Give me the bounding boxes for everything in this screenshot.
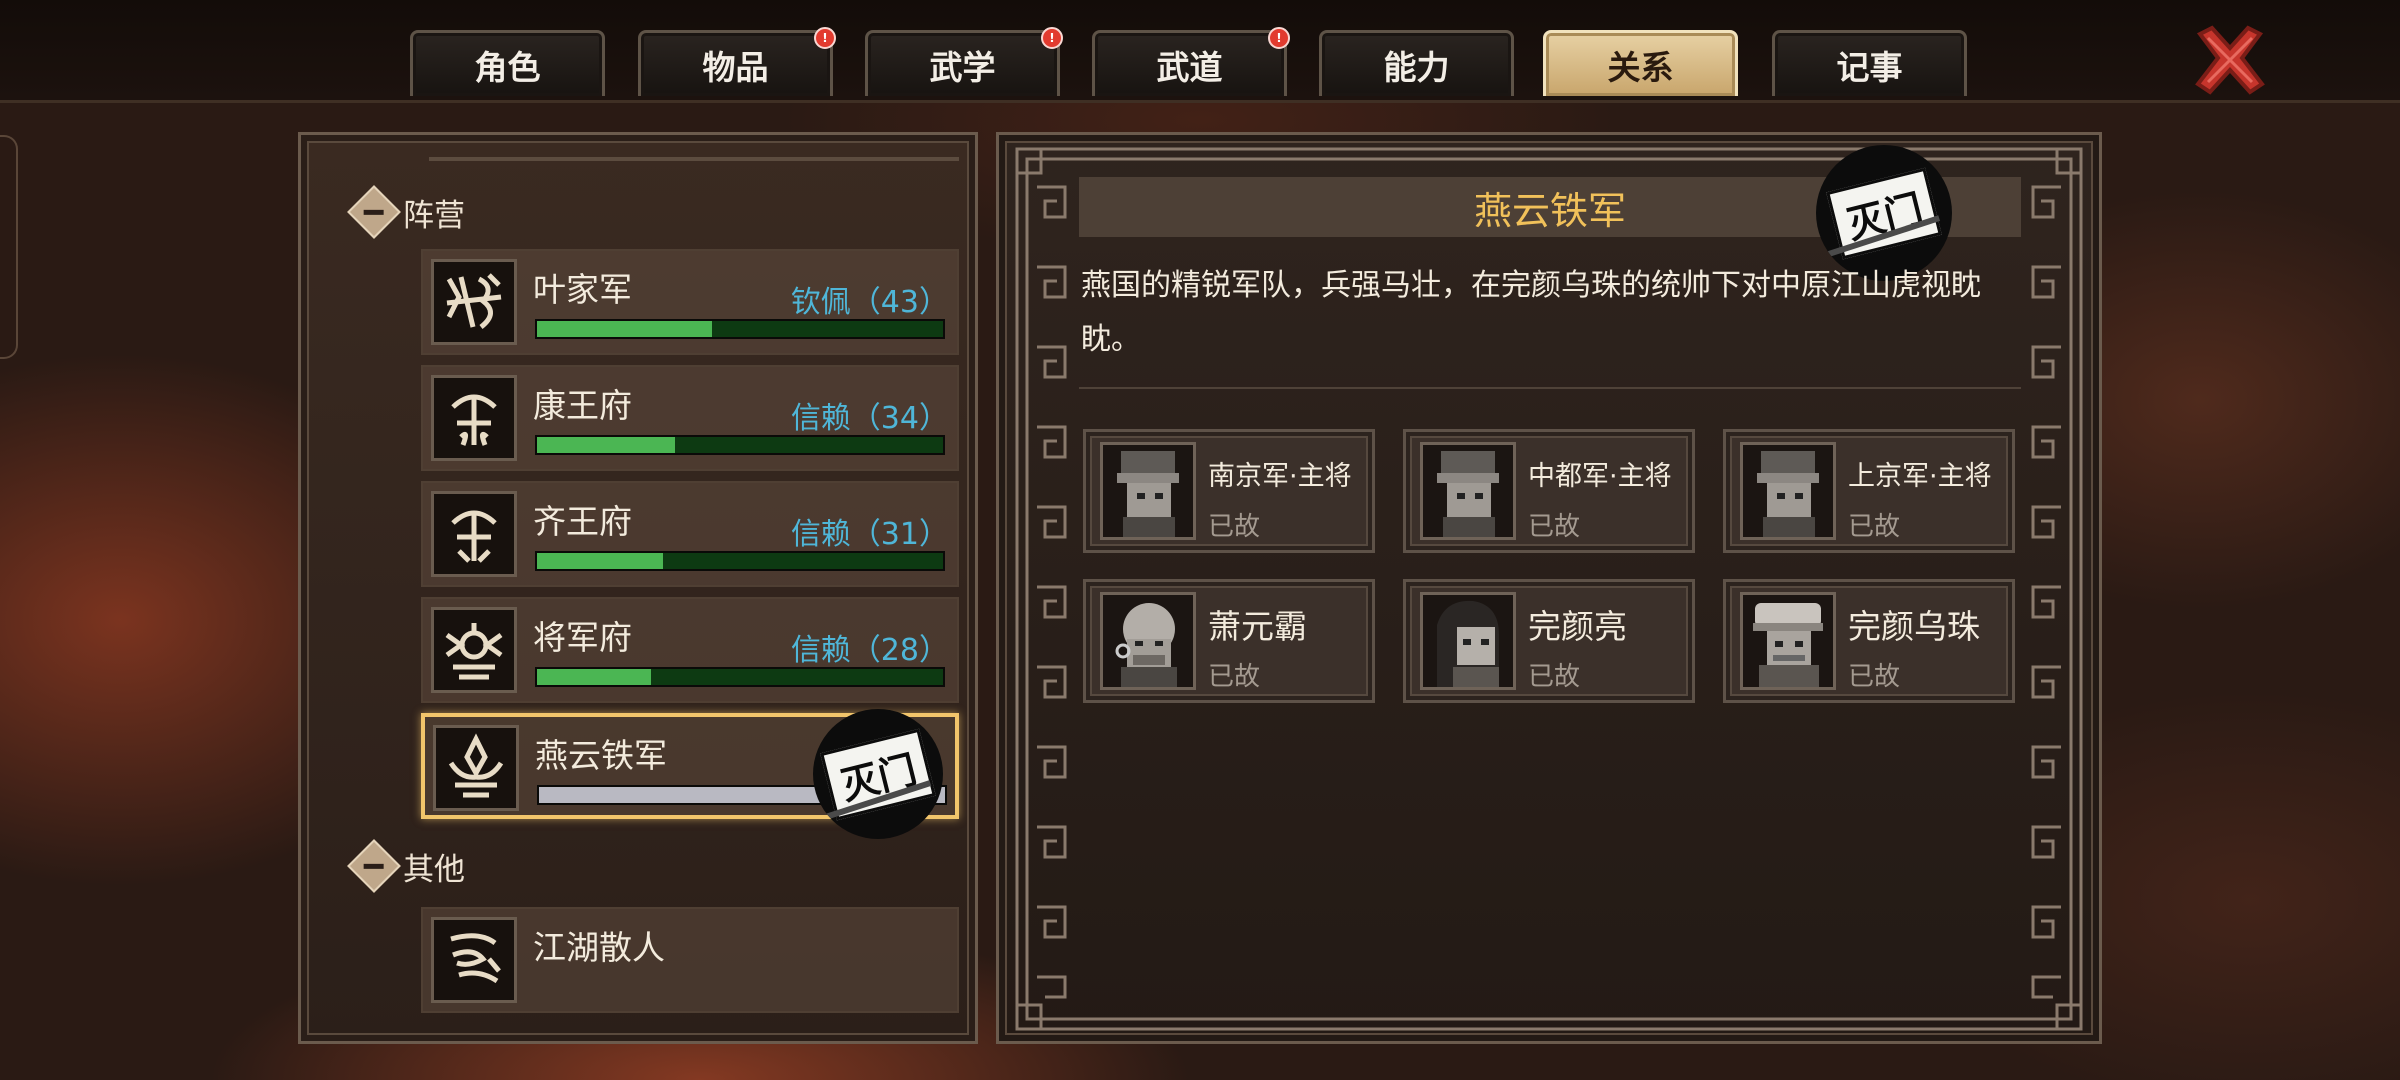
member-card[interactable]: 南京军·主将 已故	[1083, 429, 1375, 553]
tab-character[interactable]: 角色	[410, 30, 605, 96]
member-status: 已故	[1848, 662, 1901, 692]
tab-chronicle[interactable]: 记事	[1772, 30, 1967, 96]
reputation-bar	[535, 667, 945, 687]
tab-relations[interactable]: 关系	[1543, 30, 1738, 96]
notification-badge: !	[1041, 27, 1063, 49]
longhair-prince-portrait-icon	[1420, 592, 1516, 690]
bald-warrior-portrait-icon	[1100, 592, 1196, 690]
reputation-bar-fill	[537, 321, 712, 337]
collapse-minus-icon[interactable]	[347, 185, 401, 239]
divider	[1079, 387, 2021, 389]
faction-description: 燕国的精锐军队，兵强马壮，在完颜乌珠的统帅下对中原江山虎视眈眈。	[1081, 268, 1981, 357]
soldier-portrait-icon	[1100, 442, 1196, 540]
faction-row-yejiajun[interactable]: 叶家军 钦佩（43）	[421, 249, 959, 355]
member-status: 已故	[1208, 512, 1261, 542]
faction-detail-panel: 燕云铁军 灭门 燕国的精锐军队，兵强马壮，在完颜乌珠的统帅下对中原江山虎视眈眈。…	[996, 132, 2102, 1044]
wanderer-emblem-icon	[431, 917, 517, 1003]
member-status: 已故	[1848, 512, 1901, 542]
tab-label: 武学	[929, 47, 996, 87]
faction-standing: 信赖（34）	[790, 401, 949, 436]
faction-name: 叶家军	[533, 270, 632, 309]
member-status: 已故	[1528, 512, 1581, 542]
notification-badge: !	[1268, 27, 1290, 49]
general-mansion-emblem-icon	[431, 607, 517, 693]
section-others-header[interactable]: 其他	[347, 839, 465, 893]
faction-name: 燕云铁军	[535, 736, 667, 775]
commander-portrait-icon	[1740, 592, 1836, 690]
yanyun-army-emblem-icon	[433, 725, 519, 811]
faction-row-jianghusanren[interactable]: 江湖散人	[421, 907, 959, 1013]
prince-qi-emblem-icon	[431, 491, 517, 577]
reputation-bar	[535, 319, 945, 339]
scroll-top-rule	[429, 157, 959, 161]
tab-label: 能力	[1383, 47, 1450, 87]
close-x-icon[interactable]	[2190, 20, 2270, 100]
faction-name: 江湖散人	[533, 928, 665, 967]
tab-bar: 角色 物品! 武学! 武道! 能力 关系 记事	[0, 0, 2400, 103]
stamp-text: 灭门	[820, 728, 936, 820]
soldier-portrait-icon	[1740, 442, 1836, 540]
member-name: 上京军·主将	[1848, 461, 1992, 492]
collapse-minus-icon[interactable]	[347, 839, 401, 893]
faction-standing: 信赖（28）	[790, 633, 949, 668]
tab-abilities[interactable]: 能力	[1319, 30, 1514, 96]
faction-row-kangwangfu[interactable]: 康王府 信赖（34）	[421, 365, 959, 471]
faction-title: 燕云铁军	[1473, 188, 1626, 233]
section-label: 阵营	[403, 197, 465, 234]
tab-label: 角色	[474, 47, 541, 87]
faction-standing: 信赖（31）	[790, 517, 949, 552]
member-status: 已故	[1528, 662, 1581, 692]
tab-label: 武道	[1156, 47, 1223, 87]
tab-label: 物品	[702, 47, 769, 87]
faction-row-jiangjunfu[interactable]: 将军府 信赖（28）	[421, 597, 959, 703]
member-card[interactable]: 上京军·主将 已故	[1723, 429, 2015, 553]
member-name: 完颜乌珠	[1848, 607, 1980, 646]
tab-label: 关系	[1607, 47, 1674, 87]
member-name: 完颜亮	[1528, 607, 1627, 646]
faction-row-yanyuntiejun[interactable]: 燕云铁军 灭门	[421, 709, 959, 839]
faction-name: 齐王府	[533, 502, 632, 541]
member-card[interactable]: 完颜乌珠 已故	[1723, 579, 2015, 703]
member-status: 已故	[1208, 662, 1261, 692]
member-name: 萧元霸	[1208, 607, 1307, 646]
section-label: 其他	[403, 851, 465, 888]
side-drawer-handle[interactable]	[0, 135, 18, 359]
reputation-bar-fill	[537, 553, 663, 569]
reputation-bar	[535, 435, 945, 455]
faction-name: 康王府	[533, 386, 632, 425]
faction-name: 将军府	[533, 618, 632, 657]
faction-standing: 钦佩（43）	[790, 285, 949, 320]
faction-list-panel[interactable]: 阵营 叶家军 钦佩（43） 康王府 信赖（34） 齐王府 信赖（31） 将军府 …	[298, 132, 978, 1044]
section-factions-header[interactable]: 阵营	[347, 185, 465, 239]
member-name: 中都军·主将	[1528, 461, 1672, 492]
faction-row-qiwangfu[interactable]: 齐王府 信赖（31）	[421, 481, 959, 587]
prince-kang-emblem-icon	[431, 375, 517, 461]
notification-badge: !	[814, 27, 836, 49]
destroyed-stamp-icon: 灭门	[813, 709, 943, 839]
reputation-bar-fill	[537, 669, 651, 685]
member-card[interactable]: 萧元霸 已故	[1083, 579, 1375, 703]
soldier-portrait-icon	[1420, 442, 1516, 540]
ye-family-army-emblem-icon	[431, 259, 517, 345]
reputation-bar	[535, 551, 945, 571]
reputation-bar-fill	[537, 437, 676, 453]
tab-martial-arts[interactable]: 武学!	[865, 27, 1063, 96]
tab-label: 记事	[1836, 47, 1903, 87]
member-card[interactable]: 完颜亮 已故	[1403, 579, 1695, 703]
member-card[interactable]: 中都军·主将 已故	[1403, 429, 1695, 553]
tab-martial-way[interactable]: 武道!	[1092, 27, 1290, 96]
tab-items[interactable]: 物品!	[638, 27, 836, 96]
member-name: 南京军·主将	[1208, 461, 1352, 492]
